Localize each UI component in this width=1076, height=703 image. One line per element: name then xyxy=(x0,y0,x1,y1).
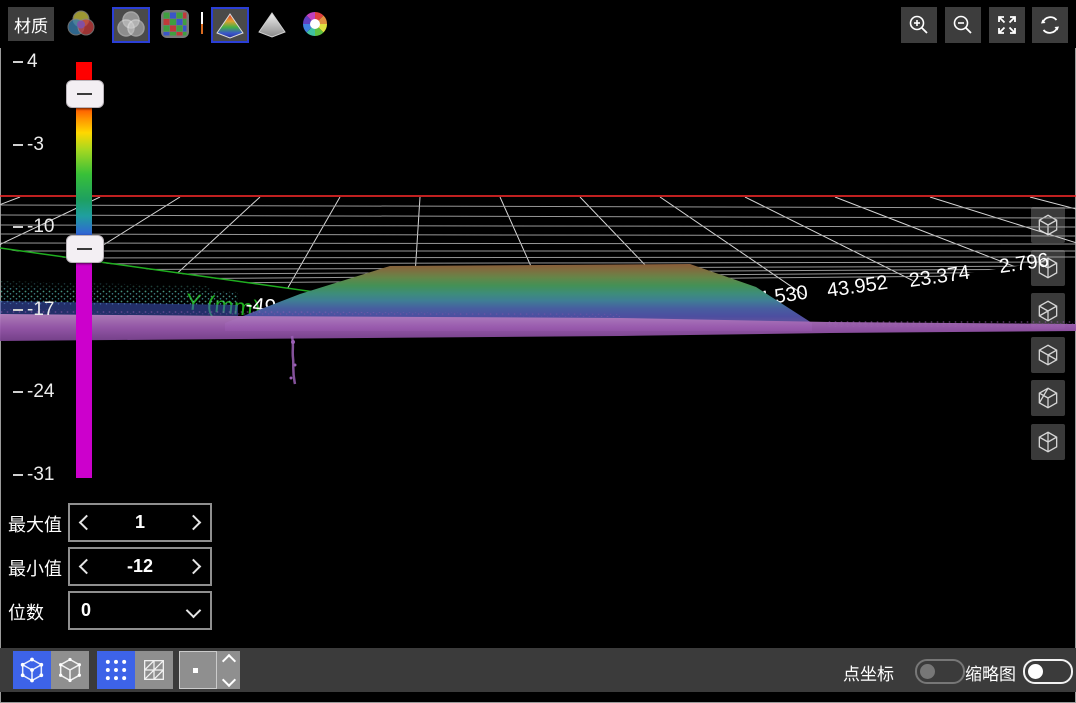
toolbar-separator xyxy=(201,12,203,34)
handle-minus-icon xyxy=(77,248,92,250)
toggle-knob xyxy=(1028,664,1043,679)
digits-dropdown[interactable]: 0 xyxy=(68,591,212,630)
max-value-label: 最大值 xyxy=(8,511,62,537)
scale-tick xyxy=(13,474,23,476)
zoom-in-icon xyxy=(907,13,931,37)
bottom-toolbar: 点坐标 缩略图 xyxy=(0,648,1076,692)
rgb-venn-mono-icon[interactable] xyxy=(112,7,150,43)
zoom-out-icon xyxy=(951,13,975,37)
scale-tick-label: -3 xyxy=(27,134,44,156)
gradient-upper-handle[interactable] xyxy=(66,80,104,108)
max-value: 1 xyxy=(135,512,145,533)
cube-orthographic-icon xyxy=(56,656,84,684)
view-cube-button-3[interactable] xyxy=(1031,293,1065,329)
view-cube-button-2[interactable] xyxy=(1031,250,1065,286)
point-coord-toggle[interactable] xyxy=(915,659,965,684)
refresh-button[interactable] xyxy=(1032,7,1068,43)
chevron-down-icon xyxy=(186,603,202,619)
digits-label: 位数 xyxy=(8,599,44,625)
point-display-button[interactable] xyxy=(97,651,135,689)
toggle-knob xyxy=(920,664,935,679)
scale-tick xyxy=(13,391,23,393)
cube-icon xyxy=(1035,212,1061,238)
point-coord-label: 点坐标 xyxy=(843,660,894,685)
min-value-stepper[interactable]: -12 xyxy=(68,547,212,586)
cube-icon xyxy=(1035,255,1061,281)
view-cube-button-5[interactable] xyxy=(1031,380,1065,416)
increment-icon[interactable] xyxy=(186,559,202,575)
scale-tick-label: -10 xyxy=(27,216,54,238)
scale-tick xyxy=(13,226,23,228)
scale-tick xyxy=(13,309,23,311)
orthographic-view-button[interactable] xyxy=(51,651,89,689)
fit-view-button[interactable] xyxy=(989,7,1025,43)
zoom-in-button[interactable] xyxy=(901,7,937,43)
view-cube-button-4[interactable] xyxy=(1031,337,1065,373)
max-value-stepper[interactable]: 1 xyxy=(68,503,212,542)
rgb-venn-color-icon[interactable] xyxy=(64,7,98,41)
thumbnail-toggle[interactable] xyxy=(1023,659,1073,684)
scale-tick xyxy=(13,144,23,146)
view-cube-button-6[interactable] xyxy=(1031,424,1065,460)
gradient-lower-handle[interactable] xyxy=(66,235,104,263)
digits-value: 0 xyxy=(81,600,91,621)
mesh-grid-icon xyxy=(140,656,168,684)
scale-tick-label: 4 xyxy=(27,51,38,73)
scale-tick-label: -17 xyxy=(27,299,54,321)
bayer-mosaic-icon[interactable] xyxy=(158,7,192,41)
scale-tick-label: -31 xyxy=(27,464,54,486)
point-size-stepper[interactable] xyxy=(217,651,240,689)
mesh-display-button[interactable] xyxy=(135,651,173,689)
cube-icon xyxy=(1035,342,1061,368)
material-button[interactable]: 材质 xyxy=(8,7,54,41)
cube-icon xyxy=(1035,298,1061,324)
color-gradient-bar[interactable] xyxy=(76,62,92,478)
scale-tick-label: -24 xyxy=(27,381,54,403)
view-cube-button-1[interactable] xyxy=(1031,207,1065,243)
dots-grid-icon xyxy=(102,656,130,684)
cube-icon xyxy=(1035,385,1061,411)
increment-icon[interactable] xyxy=(186,515,202,531)
scale-tick xyxy=(13,61,23,63)
point-cloud-viewer-window: Y (mm) -49.44 37 24.530 43.952 23.374 2.… xyxy=(0,0,1076,703)
point-size-dot xyxy=(193,668,198,673)
decrement-icon[interactable] xyxy=(79,515,95,531)
zoom-out-button[interactable] xyxy=(945,7,981,43)
height-pyramid-rainbow-icon[interactable] xyxy=(211,7,249,43)
handle-minus-icon xyxy=(77,93,92,95)
decrement-icon[interactable] xyxy=(79,559,95,575)
min-value-label: 最小值 xyxy=(8,555,62,581)
refresh-icon xyxy=(1038,13,1062,37)
thumbnail-label: 缩略图 xyxy=(965,660,1016,685)
cube-perspective-icon xyxy=(18,656,46,684)
chevron-down-icon[interactable] xyxy=(221,672,235,686)
color-wheel-icon[interactable] xyxy=(298,7,332,41)
expand-icon xyxy=(995,13,1019,37)
min-value: -12 xyxy=(127,556,153,577)
chevron-up-icon[interactable] xyxy=(221,653,235,667)
height-pyramid-gray-icon[interactable] xyxy=(255,7,289,41)
cube-icon xyxy=(1035,429,1061,455)
point-size-preview[interactable] xyxy=(179,651,217,689)
top-toolbar: 材质 xyxy=(0,0,1076,48)
perspective-view-button[interactable] xyxy=(13,651,51,689)
